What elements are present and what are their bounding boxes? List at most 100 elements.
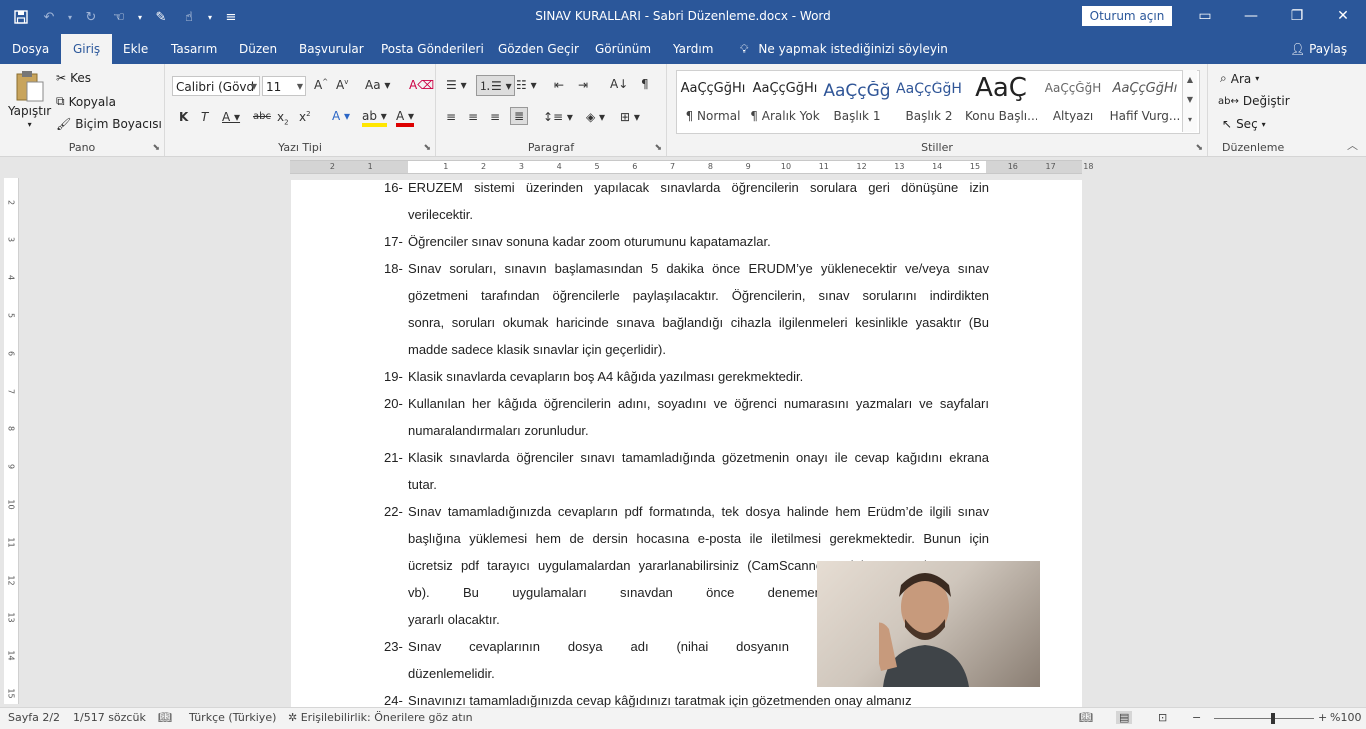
style-heading-2[interactable]: AaÇçĞğH Başlık 2 (893, 71, 965, 131)
zoom-slider-thumb[interactable] (1270, 713, 1275, 724)
zoom-slider[interactable] (1214, 718, 1314, 719)
copy-button[interactable]: ⧉ Kopyala (56, 94, 116, 109)
page-indicator[interactable]: Sayfa 2/2 (8, 711, 60, 724)
clear-formatting-icon[interactable]: A⌫ (409, 78, 434, 92)
highlight-icon[interactable]: ab ▾ (362, 109, 387, 127)
shrink-font-icon[interactable]: Av (336, 78, 348, 92)
justify-icon[interactable]: ≣ (510, 107, 529, 125)
align-left-icon[interactable]: ≡ (446, 110, 456, 124)
select-button[interactable]: ↖ Seç ▾ (1222, 117, 1266, 131)
tab-giris[interactable]: Giriş (61, 34, 113, 64)
style-title[interactable]: AaÇ Konu Başlı... (965, 71, 1037, 131)
shading-icon[interactable]: ◈ ▾ (586, 110, 605, 124)
share-button[interactable]: 👤︎ Paylaş (1290, 34, 1347, 64)
accessibility-checker[interactable]: ✲ Erişilebilirlik: Önerilere göz atın (288, 711, 473, 724)
sign-in-button[interactable]: Oturum açın (1082, 6, 1172, 26)
tab-basvurular[interactable]: Başvurular (299, 34, 364, 64)
redo-icon[interactable]: ↻ (80, 7, 102, 27)
tab-tasarim[interactable]: Tasarım (171, 34, 217, 64)
ribbon-display-options-icon[interactable]: ▭ (1182, 0, 1228, 32)
multilevel-list-icon[interactable]: ☷ ▾ (516, 78, 537, 92)
tab-gozden-gecir[interactable]: Gözden Geçir (498, 34, 579, 64)
font-launcher-icon[interactable]: ⬊ (423, 143, 431, 153)
horizontal-ruler[interactable]: 2 1 1 2 3 4 5 6 7 8 9 10 11 12 13 14 15 16 17 18 (290, 160, 1093, 174)
tab-posta-gonderileri[interactable]: Posta Gönderileri (381, 34, 484, 64)
tab-ekle[interactable]: Ekle (123, 34, 148, 64)
touch-mode-icon[interactable]: ☜ (108, 7, 130, 27)
tell-me-box[interactable]: 💡︎ Ne yapmak istediğinizi söyleyin (740, 34, 948, 64)
tab-gorunum[interactable]: Görünüm (595, 34, 651, 64)
list-item[interactable]: 20- Kullanılan her kâğıda öğrencilerin ad… (384, 390, 989, 444)
customize-qat-icon[interactable]: ≡ (220, 7, 242, 27)
style-subtitle[interactable]: AaÇçĞğH Altyazı (1037, 71, 1109, 131)
change-case-icon[interactable]: Aa ▾ (365, 78, 390, 92)
list-item[interactable]: 16- ERUZEM sistemi üzerinden yapılacak sı… (384, 180, 989, 228)
style-heading-1[interactable]: AaÇçĞğ Başlık 1 (821, 71, 893, 131)
touch-dropdown-icon[interactable]: ▾ (206, 7, 214, 27)
underline-icon[interactable]: A ▾ (222, 110, 240, 124)
strikethrough-icon[interactable]: abc (253, 111, 271, 122)
font-name-dropdown-icon[interactable]: ▼ (251, 77, 257, 95)
minimize-icon[interactable]: — (1228, 0, 1274, 32)
undo-icon[interactable]: ↶ (38, 7, 60, 27)
style-normal[interactable]: AaÇçĞğHı ¶ Normal (677, 71, 749, 131)
format-painter-button[interactable]: 🖌︎ Biçim Boyacısı (56, 117, 162, 131)
text-effects-icon[interactable]: A ▾ (332, 109, 350, 123)
borders-icon[interactable]: ⊞ ▾ (620, 110, 640, 124)
list-item[interactable]: 21- Klasik sınavlarda öğrenciler sınavı t… (384, 444, 989, 498)
gallery-down-icon[interactable]: ▼ (1183, 90, 1197, 110)
web-layout-icon[interactable]: ⊡ (1158, 711, 1167, 724)
font-size-dropdown-icon[interactable]: ▼ (297, 77, 303, 95)
numbering-icon[interactable]: ⒈☰ ▾ (476, 75, 515, 96)
find-button[interactable]: ⌕ Ara ▾ (1220, 71, 1259, 86)
italic-icon[interactable]: T (201, 110, 208, 124)
tab-yardim[interactable]: Yardım (673, 34, 713, 64)
zoom-level[interactable]: %100 (1330, 711, 1361, 724)
font-name-box[interactable]: Calibri (Gövd ▼ (172, 76, 260, 96)
increase-indent-icon[interactable]: ⇥ (578, 78, 588, 92)
gallery-more-icon[interactable]: ▾ (1183, 110, 1197, 130)
touch-icon[interactable]: ☝ (178, 7, 200, 27)
undo-dropdown-icon[interactable]: ▾ (66, 7, 74, 27)
subscript-icon[interactable]: x2 (277, 110, 289, 126)
style-no-spacing[interactable]: AaÇçĞğHı ¶ Aralık Yok (749, 71, 821, 131)
superscript-icon[interactable]: x2 (299, 110, 311, 124)
paragraph-launcher-icon[interactable]: ⬊ (654, 143, 662, 153)
list-item[interactable]: 19- Klasik sınavlarda cevapların boş A4 k… (384, 363, 989, 390)
language-indicator[interactable]: Türkçe (Türkiye) (189, 711, 276, 724)
styles-launcher-icon[interactable]: ⬊ (1195, 143, 1203, 153)
edit-icon[interactable]: ✎ (150, 7, 172, 27)
collapse-ribbon-icon[interactable]: ︿ (1347, 137, 1358, 153)
font-color-icon[interactable]: A ▾ (396, 109, 415, 127)
vertical-ruler[interactable]: 2 3 4 5 6 7 8 9 10 11 12 13 14 15 (4, 178, 19, 704)
print-layout-icon[interactable]: ▤ (1116, 711, 1133, 724)
style-subtle-emphasis[interactable]: AaÇçĞğHı Hafif Vurg... (1109, 71, 1181, 131)
tab-duzen[interactable]: Düzen (239, 34, 277, 64)
word-count[interactable]: 1/517 sözcük (73, 711, 146, 724)
list-item[interactable]: 18- Sınav soruları, sınavın başlamasından… (384, 255, 989, 363)
line-spacing-icon[interactable]: ↕≡ ▾ (543, 110, 573, 124)
pilcrow-icon[interactable]: ¶ (641, 77, 649, 91)
font-size-box[interactable]: 11 ▼ (262, 76, 306, 96)
save-icon[interactable] (10, 7, 32, 27)
restore-icon[interactable]: ❐ (1274, 0, 1320, 32)
bold-icon[interactable]: K (179, 110, 188, 124)
list-item[interactable]: 24- Sınavınızı tamamladığınızda cevap kâğ… (384, 687, 989, 708)
clipboard-launcher-icon[interactable]: ⬊ (152, 143, 160, 153)
read-mode-icon[interactable]: 📖︎ (1079, 711, 1093, 724)
gallery-up-icon[interactable]: ▲ (1183, 70, 1197, 90)
zoom-in-icon[interactable]: + (1318, 711, 1327, 724)
list-item[interactable]: 17- Öğrenciler sınav sonuna kadar zoom ot… (384, 228, 989, 255)
cut-button[interactable]: ✂ Kes (56, 71, 91, 85)
close-icon[interactable]: ✕ (1320, 0, 1366, 32)
decrease-indent-icon[interactable]: ⇤ (554, 78, 564, 92)
grow-font-icon[interactable]: A^ (314, 78, 328, 92)
sort-icon[interactable]: A↓ (610, 77, 628, 91)
align-right-icon[interactable]: ≡ (490, 110, 500, 124)
touch-mode-dropdown-icon[interactable]: ▾ (136, 7, 144, 27)
tab-dosya[interactable]: Dosya (12, 34, 49, 64)
replace-button[interactable]: ab↔ Değiştir (1218, 94, 1290, 108)
zoom-out-icon[interactable]: − (1192, 711, 1201, 724)
paste-button[interactable]: Yapıştır ▾ (8, 70, 51, 129)
bullets-icon[interactable]: ☰ ▾ (446, 78, 467, 92)
